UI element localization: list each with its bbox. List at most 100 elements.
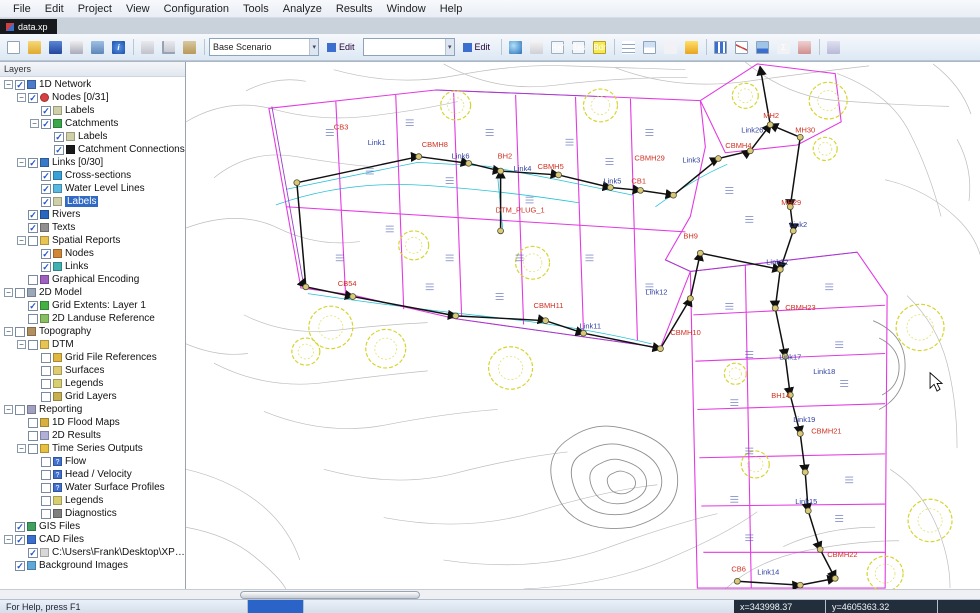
grid-table-button[interactable] [619, 38, 638, 57]
layer-visibility-checkbox[interactable] [41, 457, 51, 467]
layer-item-labels[interactable]: ✓Labels [0, 104, 185, 117]
layer-item-spatial-reports[interactable]: −Spatial Reports [0, 234, 185, 247]
layer-item-surfaces[interactable]: Surfaces [0, 364, 185, 377]
layer-visibility-checkbox[interactable] [28, 431, 38, 441]
layer-item-texts[interactable]: ✓Texts [0, 221, 185, 234]
layer-item-reporting[interactable]: −Reporting [0, 403, 185, 416]
layer-item-2d-results[interactable]: 2D Results [0, 429, 185, 442]
layer-item-water-level-lines[interactable]: ✓Water Level Lines [0, 182, 185, 195]
map-canvas[interactable]: CB3Link1CBMH8Link6BH2Link4CBMH5Link5CB1C… [186, 62, 980, 589]
scenario-edit-button[interactable]: Edit [321, 38, 361, 56]
layer-visibility-checkbox[interactable]: ✓ [28, 223, 38, 233]
measure-button[interactable] [824, 38, 843, 57]
horizontal-scrollbar[interactable] [0, 589, 980, 599]
menu-file[interactable]: File [6, 2, 38, 16]
export-button[interactable] [88, 38, 107, 57]
chevron-down-icon[interactable]: ▾ [309, 39, 318, 55]
chevron-down-icon[interactable]: ▾ [445, 39, 454, 55]
pan-tool-button[interactable] [527, 38, 546, 57]
layer-visibility-checkbox[interactable] [41, 379, 51, 389]
cut-button[interactable] [138, 38, 157, 57]
layer-item-labels[interactable]: ✓Labels [0, 130, 185, 143]
expand-toggle-icon[interactable]: − [17, 158, 26, 167]
globe-button[interactable] [506, 38, 525, 57]
expand-toggle-icon[interactable]: − [17, 93, 26, 102]
layer-item-1d-flood-maps[interactable]: 1D Flood Maps [0, 416, 185, 429]
layer-visibility-checkbox[interactable]: ✓ [41, 197, 51, 207]
layer-item-rivers[interactable]: ✓Rivers [0, 208, 185, 221]
sum-button[interactable]: Σ [774, 38, 793, 57]
layer-item-flow[interactable]: ?Flow [0, 455, 185, 468]
layer-item-nodes[interactable]: ✓Nodes [0, 247, 185, 260]
layer-visibility-checkbox[interactable]: ✓ [41, 184, 51, 194]
print-button[interactable] [67, 38, 86, 57]
expand-toggle-icon[interactable]: − [30, 119, 39, 128]
menu-project[interactable]: Project [71, 2, 119, 16]
layer-item-cross-sections[interactable]: ✓Cross-sections [0, 169, 185, 182]
layer-visibility-checkbox[interactable] [41, 496, 51, 506]
layer-item-gis-files[interactable]: ✓GIS Files [0, 520, 185, 533]
layer-visibility-checkbox[interactable] [28, 444, 38, 454]
secondary-combobox[interactable]: ▾ [363, 38, 455, 56]
menu-view[interactable]: View [119, 2, 157, 16]
annotate-button[interactable] [795, 38, 814, 57]
expand-toggle-icon[interactable]: − [17, 236, 26, 245]
layer-visibility-checkbox[interactable] [15, 405, 25, 415]
layer-item-graphical-encoding[interactable]: Graphical Encoding [0, 273, 185, 286]
expand-toggle-icon[interactable]: − [17, 340, 26, 349]
layer-item-1d-network[interactable]: −✓1D Network [0, 78, 185, 91]
layer-item-grid-extents-layer-1[interactable]: ✓Grid Extents: Layer 1 [0, 299, 185, 312]
lightning-button[interactable] [682, 38, 701, 57]
raf-button[interactable]: Raf [548, 38, 567, 57]
layer-visibility-checkbox[interactable]: ✓ [28, 93, 38, 103]
layer-visibility-checkbox[interactable]: ✓ [28, 301, 38, 311]
layer-item-topography[interactable]: −Topography [0, 325, 185, 338]
layer-visibility-checkbox[interactable]: ✓ [28, 548, 38, 558]
layer-item-background-images[interactable]: ✓Background Images [0, 559, 185, 572]
expand-toggle-icon[interactable]: − [4, 327, 13, 336]
menu-results[interactable]: Results [329, 2, 380, 16]
new-file-button[interactable] [4, 38, 23, 57]
save-button[interactable] [46, 38, 65, 57]
layer-visibility-checkbox[interactable] [41, 353, 51, 363]
layer-visibility-checkbox[interactable]: ✓ [15, 561, 25, 571]
layer-visibility-checkbox[interactable]: ✓ [28, 210, 38, 220]
layer-visibility-checkbox[interactable] [41, 366, 51, 376]
layer-item-grid-layers[interactable]: Grid Layers [0, 390, 185, 403]
layer-visibility-checkbox[interactable] [28, 340, 38, 350]
layer-visibility-checkbox[interactable]: ✓ [41, 171, 51, 181]
layer-item-water-surface-profiles[interactable]: ?Water Surface Profiles [0, 481, 185, 494]
layer-item-grid-file-references[interactable]: Grid File References [0, 351, 185, 364]
chart-line-button[interactable] [732, 38, 751, 57]
layer-item-2d-landuse-reference[interactable]: 2D Landuse Reference [0, 312, 185, 325]
layer-visibility-checkbox[interactable]: ✓ [54, 132, 64, 142]
expand-toggle-icon[interactable]: − [4, 288, 13, 297]
layer-visibility-checkbox[interactable]: ✓ [15, 535, 25, 545]
expand-toggle-icon[interactable]: − [4, 535, 13, 544]
expand-toggle-icon[interactable]: − [4, 80, 13, 89]
layer-item-diagnostics[interactable]: Diagnostics [0, 507, 185, 520]
open-folder-button[interactable] [25, 38, 44, 57]
layer-item-links[interactable]: ✓Links [0, 260, 185, 273]
layer-item-nodes-0-31[interactable]: −✓Nodes [0/31] [0, 91, 185, 104]
layer-visibility-checkbox[interactable]: ✓ [15, 80, 25, 90]
layer-visibility-checkbox[interactable] [41, 470, 51, 480]
scrollbar-thumb[interactable] [240, 591, 420, 599]
menu-edit[interactable]: Edit [38, 2, 71, 16]
copy-button[interactable] [159, 38, 178, 57]
layer-item-legends[interactable]: Legends [0, 377, 185, 390]
menu-window[interactable]: Window [380, 2, 433, 16]
scenario-combobox[interactable]: Base Scenario ▾ [209, 38, 319, 56]
layer-item-catchments[interactable]: −✓Catchments [0, 117, 185, 130]
layer-visibility-checkbox[interactable]: ✓ [41, 249, 51, 259]
menu-help[interactable]: Help [433, 2, 470, 16]
document-tab[interactable]: data.xp [0, 19, 57, 34]
menu-analyze[interactable]: Analyze [276, 2, 329, 16]
expand-toggle-icon[interactable]: − [17, 444, 26, 453]
chart-bar-button[interactable] [711, 38, 730, 57]
layer-item-head-velocity[interactable]: ?Head / Velocity [0, 468, 185, 481]
layer-visibility-checkbox[interactable] [28, 236, 38, 246]
layer-visibility-checkbox[interactable]: ✓ [41, 262, 51, 272]
layer-visibility-checkbox[interactable] [41, 392, 51, 402]
bas-button[interactable]: Bas [569, 38, 588, 57]
